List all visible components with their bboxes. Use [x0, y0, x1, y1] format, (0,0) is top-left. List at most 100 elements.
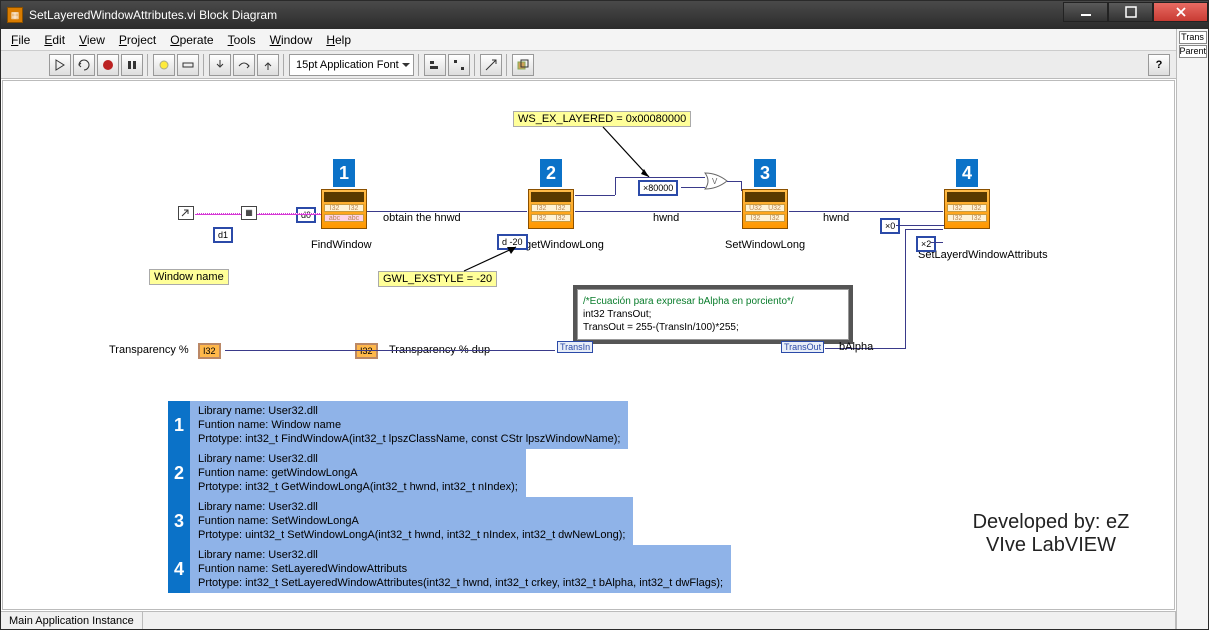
info-fn: Funtion name: getWindowLongA	[198, 466, 518, 480]
info-lib: Library name: User32.dll	[198, 548, 723, 562]
info-pt: Prtotype: uint32_t SetWindowLongA(int32_…	[198, 528, 625, 542]
formula-line2: TransOut = 255-(TransIn/100)*255;	[583, 321, 843, 334]
credit-line1: Developed by: eZ	[951, 511, 1151, 534]
wire	[235, 350, 555, 351]
clfn-setwindowlong-label: SetWindowLong	[725, 239, 805, 251]
titlebar: ▦ SetLayeredWindowAttributes.vi Block Di…	[1, 1, 1208, 29]
i32-terminal-mid: I32	[355, 343, 378, 359]
or-gate-icon: V	[703, 171, 729, 191]
status-spacer	[143, 612, 1176, 629]
info-fn: Funtion name: SetWindowLongA	[198, 514, 625, 528]
credit-line2: VIve LabVIEW	[951, 534, 1151, 557]
toolbar: 15pt Application Font ?	[1, 51, 1176, 79]
run-button[interactable]	[49, 54, 71, 76]
app-icon: ▦	[7, 7, 23, 23]
i32-terminal-in: I32	[198, 343, 221, 359]
clfn-slwa-label: SetLayerdWindowAttributs	[918, 249, 1048, 261]
info-fn: Funtion name: Window name	[198, 418, 620, 432]
wire	[789, 211, 943, 212]
clfn-getwindowlong[interactable]: I32I32 I32I32	[528, 189, 574, 229]
clfn-getwindowlong-label: getWindowLong	[525, 239, 604, 251]
window-name-label: Window name	[149, 269, 229, 285]
menu-file[interactable]: File	[11, 33, 30, 47]
arrow-ws-ex	[593, 125, 673, 185]
info-badge: 2	[168, 449, 190, 497]
wire	[905, 229, 906, 349]
block-diagram-canvas[interactable]: WS_EX_LAYERED = 0x00080000 GWL_EXSTYLE =…	[2, 80, 1175, 610]
const-d0[interactable]: d0	[296, 207, 316, 223]
help-button[interactable]: ?	[1148, 54, 1170, 76]
menubar: File Edit View Project Operate Tools Win…	[1, 29, 1176, 51]
step-over-button[interactable]	[233, 54, 255, 76]
clfn-setwindowlong[interactable]: U32U32 I32I32	[742, 189, 788, 229]
const-d1[interactable]: d1	[213, 227, 233, 243]
minimize-button[interactable]	[1063, 2, 1108, 22]
status-instance: Main Application Instance	[1, 612, 143, 629]
step-badge-1: 1	[333, 159, 355, 187]
clfn-findwindow[interactable]: I32I32 abcabc	[321, 189, 367, 229]
wire	[741, 181, 742, 191]
info-row-2: 2 Library name: User32.dll Funtion name:…	[168, 449, 526, 497]
menu-tools[interactable]: Tools	[228, 33, 256, 47]
font-selector[interactable]: 15pt Application Font	[289, 54, 414, 76]
window-title: SetLayeredWindowAttributes.vi Block Diag…	[29, 8, 1063, 22]
distribute-button[interactable]	[448, 54, 470, 76]
info-row-3: 3 Library name: User32.dll Funtion name:…	[168, 497, 633, 545]
menu-project[interactable]: Project	[119, 33, 156, 47]
highlight-exec-button[interactable]	[153, 54, 175, 76]
wire-pink	[195, 213, 241, 215]
svg-text:V: V	[712, 177, 718, 186]
maximize-button[interactable]	[1108, 2, 1153, 22]
wire	[896, 225, 944, 226]
app-window: ▦ SetLayeredWindowAttributes.vi Block Di…	[0, 0, 1209, 630]
info-badge: 1	[168, 401, 190, 449]
info-lib: Library name: User32.dll	[198, 500, 625, 514]
vi-icon-top[interactable]: Trans	[1179, 31, 1207, 44]
wire	[575, 195, 615, 196]
menu-window[interactable]: Window	[270, 33, 313, 47]
step-into-button[interactable]	[209, 54, 231, 76]
formula-comment: /*Ecuación para expresar bAlpha en porci…	[583, 295, 843, 308]
formula-transout-terminal: TransOut	[781, 341, 824, 353]
close-button[interactable]	[1153, 2, 1208, 22]
clfn-findwindow-label: FindWindow	[311, 239, 372, 251]
wire	[681, 187, 705, 188]
info-lib: Library name: User32.dll	[198, 404, 620, 418]
wire	[905, 229, 943, 230]
run-continuous-button[interactable]	[73, 54, 95, 76]
transparency-pct-label: Transparency %	[109, 344, 189, 356]
menu-view[interactable]: View	[79, 33, 105, 47]
abort-button[interactable]	[97, 54, 119, 76]
info-fn: Funtion name: SetLayeredWindowAttributs	[198, 562, 723, 576]
info-row-4: 4 Library name: User32.dll Funtion name:…	[168, 545, 731, 593]
step-out-button[interactable]	[257, 54, 279, 76]
info-badge: 4	[168, 545, 190, 593]
reorder-button[interactable]	[512, 54, 534, 76]
menu-edit[interactable]: Edit	[44, 33, 65, 47]
formula-line1: int32 TransOut;	[583, 308, 843, 321]
menu-operate[interactable]: Operate	[170, 33, 213, 47]
const-x2[interactable]: ×2	[916, 236, 936, 252]
step-badge-2: 2	[540, 159, 562, 187]
retain-wire-button[interactable]	[177, 54, 199, 76]
balpha-label: bAlpha	[839, 341, 873, 353]
info-badge: 3	[168, 497, 190, 545]
info-lib: Library name: User32.dll	[198, 452, 518, 466]
vi-icon-bottom[interactable]: Parent	[1179, 45, 1207, 58]
resize-button[interactable]	[480, 54, 502, 76]
wire	[615, 177, 616, 195]
step-badge-4: 4	[956, 159, 978, 187]
wire-pink	[257, 213, 321, 215]
clfn-slwa[interactable]: I32I32 I32I32	[944, 189, 990, 229]
formula-transin-terminal: TransIn	[557, 341, 593, 353]
info-pt: Prtotype: int32_t GetWindowLongA(int32_t…	[198, 480, 518, 494]
menu-help[interactable]: Help	[326, 33, 351, 47]
info-pt: Prtotype: int32_t FindWindowA(int32_t lp…	[198, 432, 620, 446]
const-x0[interactable]: ×0	[880, 218, 900, 234]
formula-node[interactable]: /*Ecuación para expresar bAlpha en porci…	[573, 285, 853, 344]
statusbar: Main Application Instance	[1, 611, 1176, 629]
align-button[interactable]	[424, 54, 446, 76]
info-row-1: 1 Library name: User32.dll Funtion name:…	[168, 401, 628, 449]
pause-button[interactable]	[121, 54, 143, 76]
wire	[615, 177, 705, 178]
